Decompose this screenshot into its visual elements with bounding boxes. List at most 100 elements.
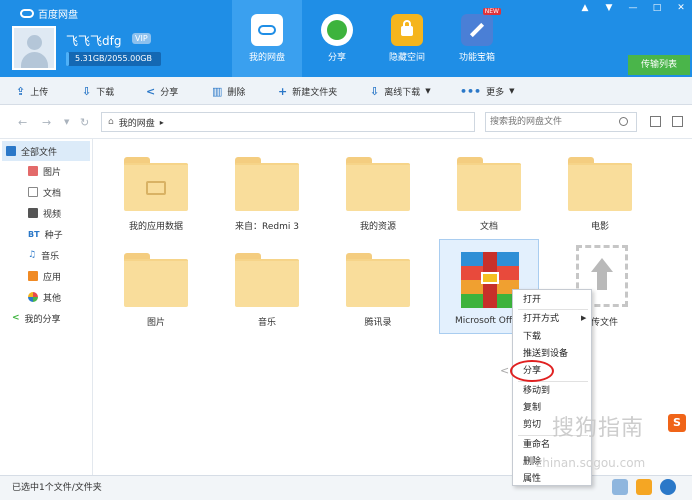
maximize-icon[interactable]: □ bbox=[646, 0, 668, 16]
wrench-icon: NEW bbox=[461, 8, 501, 46]
menu-item-download[interactable]: 下载 bbox=[523, 330, 541, 344]
menu-item-push-to-device[interactable]: 推送到设备 bbox=[523, 347, 568, 361]
sidebar-item-apps[interactable]: 应用 bbox=[28, 266, 61, 286]
offline-download-button[interactable]: ⇩ 离线下载 ▼ bbox=[370, 83, 431, 99]
sidebar-item-music[interactable]: ♫ 音乐 bbox=[28, 245, 59, 265]
more-icon: ••• bbox=[460, 84, 482, 98]
search-box[interactable] bbox=[485, 112, 637, 132]
watermark-url: zhinan.sogou.com bbox=[536, 456, 646, 470]
share-button[interactable]: < 分享 bbox=[146, 83, 178, 99]
folder-icon bbox=[6, 146, 16, 156]
transfer-list-button[interactable]: 传输列表 bbox=[628, 55, 690, 75]
other-icon bbox=[28, 292, 38, 302]
sidebar-item-images[interactable]: 图片 bbox=[28, 161, 61, 181]
folder-icon bbox=[346, 253, 410, 307]
folder-icon bbox=[568, 157, 632, 211]
back-icon[interactable]: ← bbox=[18, 116, 27, 129]
folder-item[interactable]: 音乐 bbox=[217, 239, 317, 334]
share-icon: < bbox=[12, 313, 20, 323]
help-icon[interactable] bbox=[660, 479, 676, 495]
chevron-right-icon: ▸ bbox=[159, 117, 164, 127]
sidebar-item-videos[interactable]: 视频 bbox=[28, 203, 61, 223]
lock-icon bbox=[391, 14, 423, 46]
file-name: 腾讯录 bbox=[364, 318, 392, 328]
sidebar-item-label: 应用 bbox=[43, 272, 62, 283]
menu-item-open-with[interactable]: 打开方式 bbox=[523, 312, 559, 326]
grid-icon[interactable] bbox=[612, 479, 628, 495]
forward-icon[interactable]: → bbox=[42, 116, 51, 129]
vip-badge[interactable]: VIP bbox=[132, 33, 151, 44]
cloud-icon bbox=[251, 14, 283, 46]
tab-share[interactable]: 分享 bbox=[302, 0, 372, 77]
search-input[interactable] bbox=[486, 113, 606, 131]
offline-download-label: 离线下载 bbox=[384, 87, 421, 98]
sidebar-item-label: 图片 bbox=[43, 167, 62, 178]
menu-item-copy[interactable]: 复制 bbox=[523, 401, 541, 415]
new-folder-button[interactable]: + 新建文件夹 bbox=[278, 83, 337, 99]
list-view-icon[interactable] bbox=[650, 116, 661, 127]
menu-icon[interactable]: ▼ bbox=[598, 0, 620, 16]
menu-item-cut[interactable]: 剪切 bbox=[523, 418, 541, 432]
bell-icon[interactable]: ▲ bbox=[574, 0, 596, 16]
sidebar: 全部文件 图片 文档 视频 BT 种子 ♫ 音乐 应用 其他 < 我的分享 bbox=[0, 139, 93, 475]
menu-divider bbox=[518, 309, 588, 310]
document-icon bbox=[28, 187, 38, 197]
sidebar-item-label: 其他 bbox=[43, 293, 62, 304]
minimize-icon[interactable]: — bbox=[622, 0, 644, 16]
refresh-icon[interactable]: ↻ bbox=[80, 116, 89, 129]
username[interactable]: 飞飞飞dfg bbox=[66, 32, 121, 49]
sidebar-item-other[interactable]: 其他 bbox=[28, 287, 61, 307]
watermark-logo: S bbox=[668, 414, 686, 432]
upload-label: 上传 bbox=[30, 87, 49, 98]
address-bar: ← → ▼ ↻ ⌂ 我的网盘 ▸ bbox=[0, 105, 692, 139]
breadcrumb-item[interactable]: 我的网盘 bbox=[119, 116, 155, 129]
app-title-text: 百度网盘 bbox=[38, 10, 78, 21]
menu-item-open[interactable]: 打开 bbox=[523, 293, 541, 307]
image-icon bbox=[28, 166, 38, 176]
header-bar: 百度网盘 飞飞飞dfg VIP 5.31GB/2055.00GB 我的网盘 分享… bbox=[0, 0, 692, 77]
sidebar-item-torrents[interactable]: BT 种子 bbox=[28, 224, 63, 244]
tab-toolbox[interactable]: NEW 功能宝箱 bbox=[442, 0, 512, 77]
folder-item[interactable]: 文档 bbox=[439, 143, 539, 238]
chevron-down-icon: ▼ bbox=[425, 87, 431, 95]
menu-item-rename[interactable]: 重命名 bbox=[523, 438, 550, 452]
chevron-down-icon: ▼ bbox=[509, 87, 515, 95]
file-name: 文档 bbox=[479, 222, 498, 232]
folder-item[interactable]: 我的应用数据 bbox=[106, 143, 206, 238]
sidebar-item-all-files[interactable]: 全部文件 bbox=[2, 141, 90, 161]
file-name: 来自：Redmi 3 bbox=[235, 222, 299, 232]
upload-icon[interactable] bbox=[636, 479, 652, 495]
video-icon bbox=[28, 208, 38, 218]
grid-view-icon[interactable] bbox=[672, 116, 683, 127]
folder-item[interactable]: 腾讯录 bbox=[328, 239, 428, 334]
folder-item[interactable]: 我的资源 bbox=[328, 143, 428, 238]
sidebar-item-documents[interactable]: 文档 bbox=[28, 182, 61, 202]
avatar[interactable] bbox=[12, 26, 56, 70]
upload-icon: ⇪ bbox=[16, 84, 26, 98]
folder-item[interactable]: 电影 bbox=[550, 143, 650, 238]
folder-icon bbox=[124, 157, 188, 211]
download-label: 下载 bbox=[96, 87, 115, 98]
tab-my-disk[interactable]: 我的网盘 bbox=[232, 0, 302, 77]
more-button[interactable]: ••• 更多 ▼ bbox=[460, 83, 515, 99]
history-chevron-icon[interactable]: ▼ bbox=[64, 118, 69, 126]
sidebar-item-my-shares[interactable]: < 我的分享 bbox=[12, 308, 61, 328]
tab-hidden-space[interactable]: 隐藏空间 bbox=[372, 0, 442, 77]
folder-icon bbox=[124, 253, 188, 307]
close-icon[interactable]: ✕ bbox=[670, 0, 692, 16]
trash-icon: ▥ bbox=[212, 84, 223, 98]
download-button[interactable]: ⇩ 下载 bbox=[82, 83, 114, 99]
delete-button[interactable]: ▥ 删除 bbox=[212, 83, 245, 99]
sidebar-item-label: 全部文件 bbox=[21, 147, 58, 158]
tab-label: 分享 bbox=[327, 53, 346, 63]
menu-item-properties[interactable]: 属性 bbox=[523, 472, 541, 486]
office-installer-icon bbox=[461, 252, 519, 308]
upload-button[interactable]: ⇪ 上传 bbox=[16, 83, 48, 99]
file-name: 音乐 bbox=[257, 318, 276, 328]
search-icon[interactable] bbox=[619, 117, 628, 126]
watermark-text: 搜狗指南 bbox=[552, 416, 645, 441]
folder-item[interactable]: 图片 bbox=[106, 239, 206, 334]
breadcrumb[interactable]: ⌂ 我的网盘 ▸ bbox=[101, 112, 475, 132]
folder-item[interactable]: 来自：Redmi 3 bbox=[217, 143, 317, 238]
menu-item-move-to[interactable]: 移动到 bbox=[523, 384, 550, 398]
